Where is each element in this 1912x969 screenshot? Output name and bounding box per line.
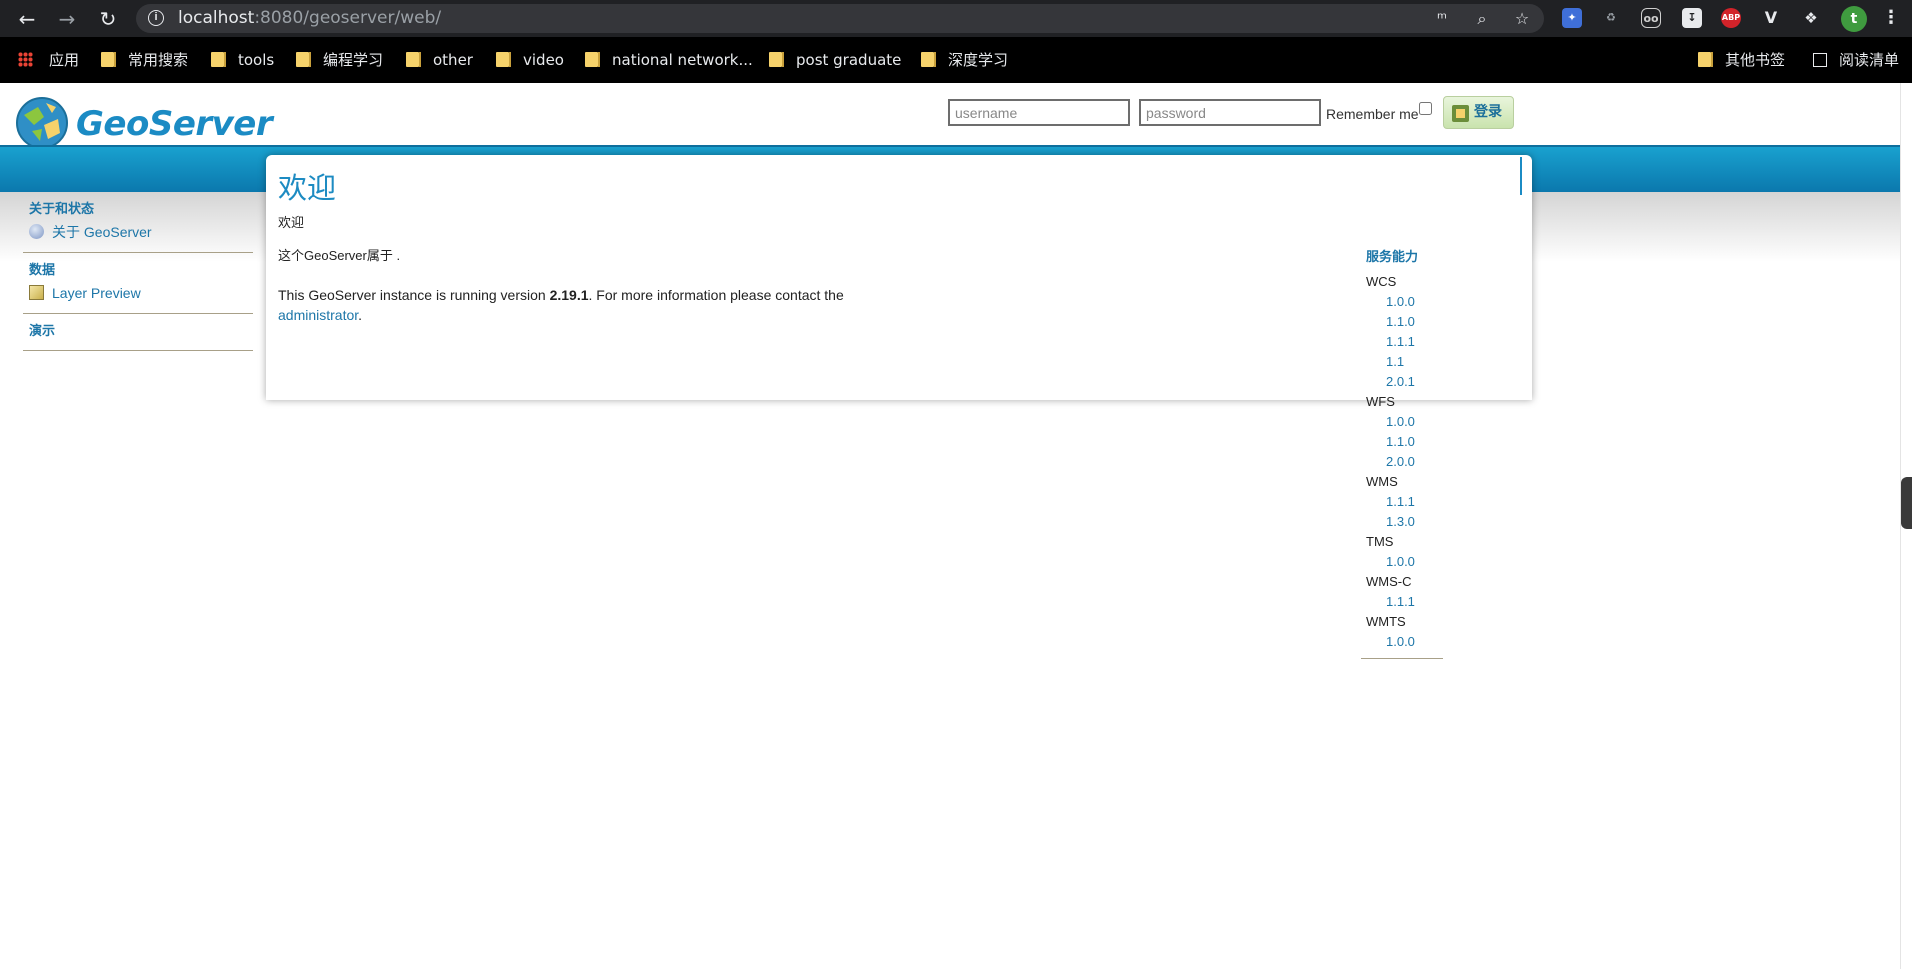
login-button-label: 登录 (1474, 104, 1502, 120)
geoserver-logo[interactable]: GeoServer (14, 95, 273, 149)
capability-service: WMTS (1366, 614, 1406, 629)
capability-version-link[interactable]: 1.1 (1386, 352, 1443, 372)
capabilities-divider (1361, 658, 1443, 659)
folder-icon (101, 52, 116, 67)
capability-version-link[interactable]: 1.1.1 (1386, 592, 1443, 612)
forward-button[interactable]: → (54, 6, 80, 32)
capability-version-link[interactable]: 1.0.0 (1386, 292, 1443, 312)
geoserver-page: GeoServer Remember me 登录 关于和状态 关于 GeoSer… (0, 83, 1900, 969)
capability-version-link[interactable]: 1.1.1 (1386, 492, 1443, 512)
bookmark-apps[interactable]: 应用 (18, 49, 79, 71)
reading-list-icon (1813, 53, 1827, 67)
address-bar[interactable]: i localhost:8080/geoserver/web/ ᵐ ⌕ ☆ (136, 4, 1544, 33)
capability-service: WFS (1366, 394, 1395, 409)
capability-version-link[interactable]: 1.0.0 (1386, 632, 1443, 652)
login-button[interactable]: 登录 (1443, 96, 1514, 129)
capability-version-link[interactable]: 1.3.0 (1386, 512, 1443, 532)
folder-icon (406, 52, 421, 67)
extension-glasses-icon[interactable]: oo (1641, 8, 1661, 28)
capability-version-link[interactable]: 1.1.0 (1386, 312, 1443, 332)
folder-icon (1698, 52, 1713, 67)
version-number: 2.19.1 (549, 287, 589, 303)
administrator-link[interactable]: administrator (278, 307, 358, 323)
bookmark-folder[interactable]: 常用搜索 (101, 49, 188, 71)
extension-recycle-icon[interactable]: ♻ (1601, 8, 1621, 28)
password-input[interactable] (1139, 99, 1321, 126)
remember-me: Remember me (1326, 102, 1432, 122)
bookmark-folder[interactable]: video (496, 49, 564, 71)
translate-icon[interactable]: ᵐ (1433, 10, 1451, 28)
bookmark-folder[interactable]: national network... (585, 49, 753, 71)
folder-icon (769, 52, 784, 67)
username-input[interactable] (948, 99, 1130, 126)
scrollbar-thumb[interactable] (1901, 477, 1912, 529)
panel-edge (1520, 157, 1522, 195)
page-subtitle: 欢迎 (278, 215, 305, 230)
reading-list[interactable]: 阅读清单 (1813, 49, 1899, 71)
folder-icon (211, 52, 226, 67)
capability-service: WMS-C (1366, 574, 1412, 589)
extension-v-icon[interactable]: V (1761, 8, 1781, 28)
bookmarks-bar: 应用 常用搜索 tools 编程学习 other video national … (0, 37, 1912, 83)
logo-wordmark: GeoServer (76, 104, 273, 144)
extension-bird-icon[interactable]: ✦ (1562, 8, 1582, 28)
bookmark-folder[interactable]: 深度学习 (921, 49, 1008, 71)
globe-icon (16, 97, 68, 149)
back-button[interactable]: ← (14, 6, 40, 32)
sidebar-item-about-geoserver[interactable]: 关于 GeoServer (23, 220, 253, 244)
bookmark-star-icon[interactable]: ☆ (1513, 10, 1531, 28)
service-capabilities: 服务能力 WCS 1.0.0 1.1.0 1.1.1 1.1 2.0.1 WFS 1.0.0 1… (1361, 248, 1443, 659)
url-text[interactable]: localhost:8080/geoserver/web/ (178, 7, 441, 29)
folder-icon (921, 52, 936, 67)
folder-icon (585, 52, 600, 67)
extensions-puzzle-icon[interactable]: ❖ (1801, 8, 1821, 28)
layer-preview-icon (29, 285, 44, 300)
menu-kebab-icon[interactable]: ⋮ (1881, 8, 1901, 28)
capability-service: WMS (1366, 474, 1398, 489)
folder-icon (496, 52, 511, 67)
sidebar-section-about: 关于和状态 关于 GeoServer (23, 200, 253, 253)
bookmark-other-folder[interactable]: 其他书签 (1698, 49, 1785, 71)
sidebar-item-layer-preview[interactable]: Layer Preview (23, 281, 253, 305)
profile-avatar[interactable]: t (1841, 6, 1867, 32)
page-header: GeoServer Remember me 登录 (0, 83, 1900, 149)
owner-text: 这个GeoServer属于 . (278, 248, 401, 263)
about-icon (29, 224, 44, 239)
zoom-icon[interactable]: ⌕ (1473, 10, 1491, 28)
site-info-icon[interactable]: i (148, 10, 164, 26)
capability-service: TMS (1366, 534, 1394, 549)
capability-version-link[interactable]: 1.1.0 (1386, 432, 1443, 452)
download-icon[interactable]: ↧ (1682, 8, 1702, 28)
login-icon (1452, 105, 1469, 122)
adblock-icon[interactable]: ABP (1721, 8, 1741, 28)
sidebar-section-demos: 演示 (23, 322, 253, 351)
remember-me-checkbox[interactable] (1419, 102, 1432, 115)
sidebar: 关于和状态 关于 GeoServer 数据 Layer Preview 演示 (23, 200, 253, 359)
reload-button[interactable]: ↻ (95, 6, 121, 32)
version-info: This GeoServer instance is running versi… (278, 287, 844, 323)
capability-version-link[interactable]: 1.0.0 (1386, 552, 1443, 572)
page-title: 欢迎 (278, 171, 337, 205)
bookmark-folder[interactable]: tools (211, 49, 274, 71)
sidebar-heading: 关于和状态 (29, 202, 95, 217)
sidebar-heading: 数据 (29, 263, 56, 278)
bookmark-folder[interactable]: post graduate (769, 49, 901, 71)
capability-service: WCS (1366, 274, 1397, 289)
capabilities-title: 服务能力 (1366, 250, 1419, 265)
remember-me-label: Remember me (1326, 106, 1419, 122)
sidebar-section-data: 数据 Layer Preview (23, 261, 253, 314)
main-panel: 欢迎 欢迎 这个GeoServer属于 . This GeoServer ins… (266, 155, 1532, 400)
apps-grid-icon (18, 52, 33, 67)
browser-toolbar: ← → ↻ i localhost:8080/geoserver/web/ ᵐ … (0, 0, 1912, 37)
folder-icon (296, 52, 311, 67)
capability-version-link[interactable]: 1.0.0 (1386, 412, 1443, 432)
capability-version-link[interactable]: 2.0.0 (1386, 452, 1443, 472)
bookmark-folder[interactable]: 编程学习 (296, 49, 383, 71)
sidebar-heading-demos[interactable]: 演示 (23, 322, 253, 342)
capability-version-link[interactable]: 2.0.1 (1386, 372, 1443, 392)
capability-version-link[interactable]: 1.1.1 (1386, 332, 1443, 352)
capabilities-list: WCS 1.0.0 1.1.0 1.1.1 1.1 2.0.1 WFS 1.0.0 1.1.0 2… (1361, 272, 1443, 652)
bookmark-folder[interactable]: other (406, 49, 473, 71)
